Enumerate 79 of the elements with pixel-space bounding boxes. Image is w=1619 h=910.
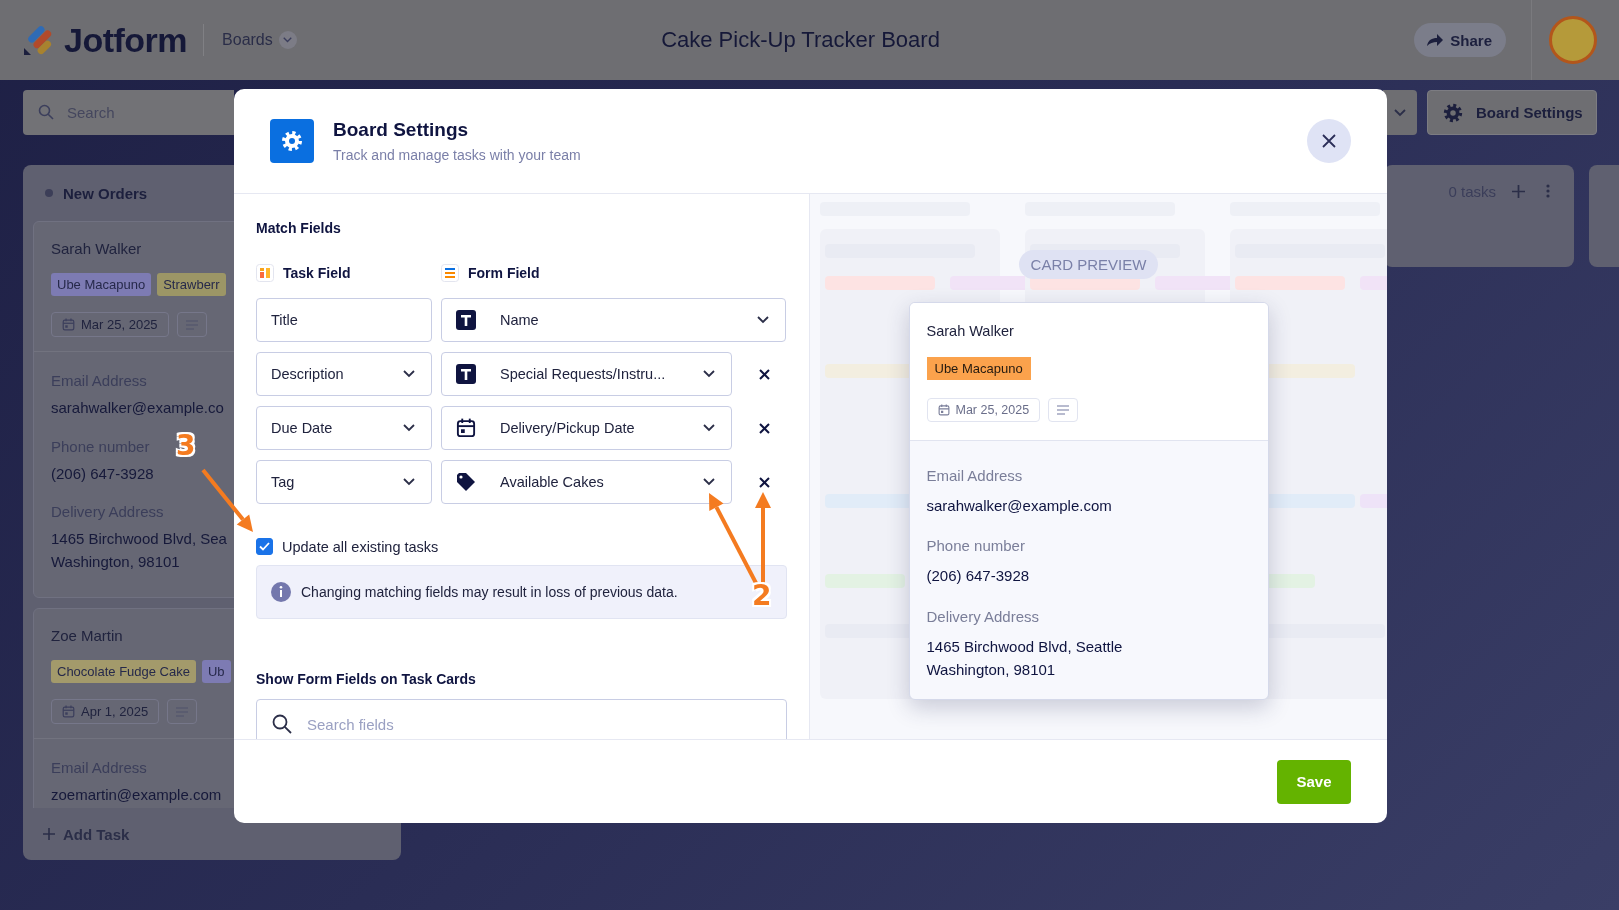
chevron-icon [1394,108,1406,117]
chevron-icon [403,424,415,432]
chevron-icon [403,370,415,378]
section-heading: Match Fields [256,220,342,236]
check-icon [259,542,270,551]
field-label: Email Address [926,467,1024,484]
task-field: Title [256,298,432,342]
field-value: sarahwalker@example.co [51,398,224,418]
board-icon [256,264,274,282]
board-title: Cake Pick-Up Tracker Board [660,27,941,53]
calendar-icon [62,318,75,331]
form-field-dropdown[interactable]: Name [441,298,786,342]
date-chip: Mar 25, 2025 [926,398,1041,422]
annotation-number: 3 [176,432,196,460]
task-field-dropdown[interactable]: Due Date [256,406,432,450]
chevron-icon [757,316,769,324]
logo-text: Jotform [64,20,188,60]
task-name: Sarah Walker [926,323,1015,339]
kebab-icon [1546,184,1550,198]
chevron-icon [703,370,715,378]
field-value: zoemartin@example.com [51,785,222,805]
plus-icon [1511,184,1525,198]
form-field-dropdown[interactable]: Special Requests/Instru... [441,352,732,396]
share-arrow-icon [1426,33,1445,47]
tag-icon [456,472,476,492]
annotation-arrow [201,468,253,532]
task-name: Zoe Martin [51,627,123,644]
annotation-number: 2 [752,582,772,610]
search-icon [272,714,292,734]
calendar-icon [62,705,75,718]
column-title: New Orders [63,184,148,202]
field-label: Delivery Address [926,607,1041,625]
close-icon [758,422,770,434]
form-icon [441,264,459,282]
date-chip: Apr 1, 2025 [51,699,160,724]
checkbox[interactable] [256,538,273,555]
task-field-dropdown[interactable]: Tag [256,460,432,504]
calendar-icon [456,418,476,438]
field-value: (206) 647-3928 [51,463,154,484]
dialog-title: Board Settings [333,119,470,141]
chevron-icon [703,478,715,486]
text-type-icon [456,310,476,330]
date-chip: Mar 25, 2025 [51,312,169,337]
tag: Ub [202,660,231,683]
close-button[interactable] [1307,119,1351,163]
tag: Ube Macapuno [51,273,152,296]
dialog-subtitle: Track and manage tasks with your team [333,147,581,163]
text-type-icon [456,364,476,384]
search-field[interactable]: Search fields [256,699,787,739]
calendar-icon [937,404,950,416]
settings-icon [1442,101,1464,124]
chevron-icon [703,424,715,432]
preview-badge: CARD PREVIEW [1018,250,1159,279]
field-value: 1465 Birchwood Blvd, Sea Washington, 98101 [51,529,227,572]
tag: Chocolate Fudge Cake [51,660,196,683]
field-value: 1465 Birchwood Blvd, Seattle Washington, 98101 [926,636,1124,680]
field-value: (206) 647-3928 [926,566,1031,587]
field-label: Phone number [926,537,1026,555]
chevron-icon [283,36,293,44]
tag: Ube Macapuno [926,357,1031,380]
info-icon [271,582,291,602]
form-field-dropdown[interactable]: Delivery/Pickup Date [441,406,732,450]
close-icon [758,476,770,488]
task-name: Sarah Walker [51,240,142,257]
plus-icon [43,828,55,840]
text-lines-icon [1057,405,1070,415]
column-heading: Task Field [283,265,351,281]
task-field-dropdown[interactable]: Description [256,352,432,396]
settings-icon [270,119,314,163]
column-heading: Form Field [468,265,540,281]
field-value: sarahwalker@example.com [926,496,1113,516]
search-icon [38,104,54,120]
share-button[interactable]: Share [1414,23,1506,57]
close-icon [1322,134,1336,148]
chevron-icon [403,478,415,486]
close-icon [758,368,770,380]
status-dot [45,189,53,197]
tag: Strawberr [157,273,226,296]
form-field-dropdown[interactable]: Available Cakes [441,460,732,504]
